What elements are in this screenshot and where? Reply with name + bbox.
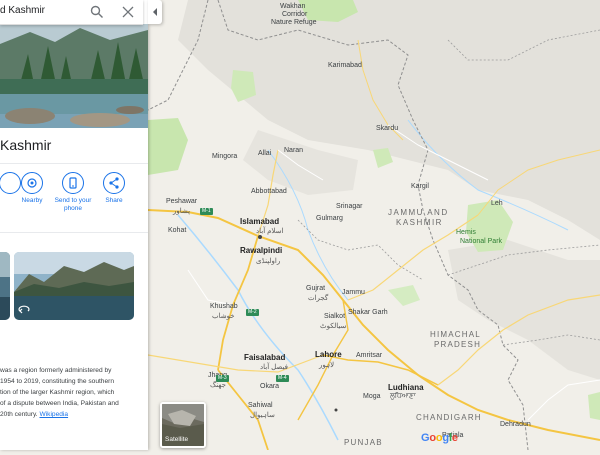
- map-label-dehradun[interactable]: Dehradun: [500, 421, 531, 428]
- map-label-mingora[interactable]: Mingora: [212, 153, 237, 160]
- phone-icon: [62, 172, 84, 194]
- map-label-amritsar[interactable]: Amritsar: [356, 352, 382, 359]
- map-label-abbottabad[interactable]: Abbottabad: [251, 188, 287, 195]
- map-label-corridor[interactable]: Corridor: [282, 11, 307, 18]
- satellite-label: Satellite: [165, 436, 189, 443]
- map-label-wakhan[interactable]: Wakhan: [280, 3, 305, 10]
- map-label-kohat[interactable]: Kohat: [168, 227, 186, 234]
- hero-photo[interactable]: [0, 24, 148, 128]
- map-label-pradesh: PRADESH: [434, 340, 482, 349]
- map-label-hemis-1[interactable]: Hemis: [456, 228, 476, 237]
- map-label-allai[interactable]: Allai: [258, 150, 271, 157]
- map-label-lahore-urdu: لاہور: [319, 362, 335, 369]
- collapse-panel-button[interactable]: [148, 0, 162, 24]
- map-label-chandigarh: CHANDIGARH: [416, 413, 482, 422]
- share-label: Share: [105, 197, 123, 204]
- map-label-naran[interactable]: Naran: [284, 147, 303, 154]
- map-label-ludhiana-punjabi: ਲੁਧਿਆਣਾ: [390, 393, 416, 400]
- chevron-left-icon: [153, 8, 157, 16]
- map-label-nature-refuge[interactable]: Nature Refuge: [271, 19, 317, 26]
- map-label-gujrat-urdu: گجرات: [308, 295, 329, 302]
- place-panel: d Kashmir Kashmir Nearby Send to your ph…: [0, 0, 148, 450]
- share-button[interactable]: Share: [90, 172, 138, 205]
- map-label-faisalabad[interactable]: Faisalabad: [244, 353, 285, 362]
- map-label-leh[interactable]: Leh: [491, 200, 503, 207]
- map-label-jhang-urdu: جھنگ: [210, 382, 226, 389]
- photo-thumbnail[interactable]: [0, 252, 10, 320]
- map-label-rawalpindi-urdu: راولپنڈی: [256, 258, 281, 265]
- map-label-shakar-garh[interactable]: Shakar Garh: [348, 309, 388, 316]
- highway-shield-m1: M-1: [200, 208, 213, 215]
- map-label-sialkot[interactable]: Sialkot: [324, 313, 345, 320]
- share-icon: [103, 172, 125, 194]
- highway-shield-m3: M-3: [216, 375, 229, 382]
- search-icon[interactable]: [90, 5, 104, 19]
- divider: [0, 232, 148, 233]
- map-label-jammu-kashmir-2: KASHMIR: [396, 218, 443, 227]
- logo-letter: e: [451, 432, 458, 444]
- map-label-srinagar[interactable]: Srinagar: [336, 203, 362, 210]
- place-title: Kashmir: [0, 137, 52, 153]
- nearby-icon: [21, 172, 43, 194]
- map-label-sahiwal-urdu: ساہیوال: [250, 412, 275, 419]
- map-label-khushab-urdu: خوشاب: [212, 313, 235, 320]
- description-line: 20th century.: [0, 411, 38, 418]
- wikipedia-link[interactable]: Wikipedia: [39, 411, 68, 418]
- map-label-khushab[interactable]: Khushab: [210, 303, 238, 310]
- search-box[interactable]: d Kashmir: [0, 0, 143, 25]
- map-label-peshawar[interactable]: Peshawar: [166, 198, 197, 205]
- map-canvas[interactable]: Wakhan Corridor Nature Refuge Karimabad …: [147, 0, 600, 451]
- map-label-rawalpindi[interactable]: Rawalpindi: [240, 246, 282, 255]
- map-label-hemis-2[interactable]: National Park: [460, 237, 502, 246]
- photo-thumbnail[interactable]: [14, 252, 134, 320]
- map-label-faisalabad-urdu: فیصل آباد: [260, 364, 288, 371]
- map-label-moga[interactable]: Moga: [363, 393, 381, 400]
- description-line: tion of the larger Kashmir region, which: [0, 389, 115, 396]
- description-line: 1954 to 2019, constituting the southern: [0, 378, 115, 385]
- map-label-sahiwal[interactable]: Sahiwal: [248, 402, 273, 409]
- map-label-gulmarg[interactable]: Gulmarg: [316, 215, 343, 222]
- google-logo: Google: [421, 432, 458, 444]
- satellite-toggle[interactable]: Satellite: [160, 402, 206, 448]
- map-label-kargil[interactable]: Kargil: [411, 183, 429, 190]
- description-line: of a dispute between India, Pakistan and: [0, 400, 119, 407]
- map-label-himachal: HIMACHAL: [430, 330, 481, 339]
- highway-shield-m2: M-2: [246, 309, 259, 316]
- place-description: was a region formerly administered by 19…: [0, 365, 146, 420]
- map-label-lahore[interactable]: Lahore: [315, 350, 342, 359]
- map-label-karimabad[interactable]: Karimabad: [328, 62, 362, 69]
- map-label-jammu-kashmir-1: JAMMU AND: [388, 208, 449, 217]
- search-input[interactable]: d Kashmir: [0, 5, 45, 16]
- map-label-islamabad-urdu: اسلام آباد: [256, 228, 284, 235]
- map-label-gujrat[interactable]: Gujrat: [306, 285, 325, 292]
- description-line: was a region formerly administered by: [0, 367, 112, 374]
- panorama-icon: [18, 305, 30, 314]
- map-label-ludhiana[interactable]: Ludhiana: [388, 383, 424, 392]
- highway-shield-m4: M-4: [276, 375, 289, 382]
- map-label-sialkot-urdu: سیالکوٹ: [320, 323, 347, 330]
- map-label-jammu[interactable]: Jammu: [342, 289, 365, 296]
- map-label-skardu[interactable]: Skardu: [376, 125, 398, 132]
- map-label-punjab: PUNJAB: [344, 438, 383, 447]
- divider: [0, 163, 148, 164]
- map-label-islamabad[interactable]: Islamabad: [240, 217, 279, 226]
- map-label-peshawar-urdu: پشاور: [173, 208, 191, 215]
- map-label-okara[interactable]: Okara: [260, 383, 279, 390]
- close-icon[interactable]: [121, 5, 135, 19]
